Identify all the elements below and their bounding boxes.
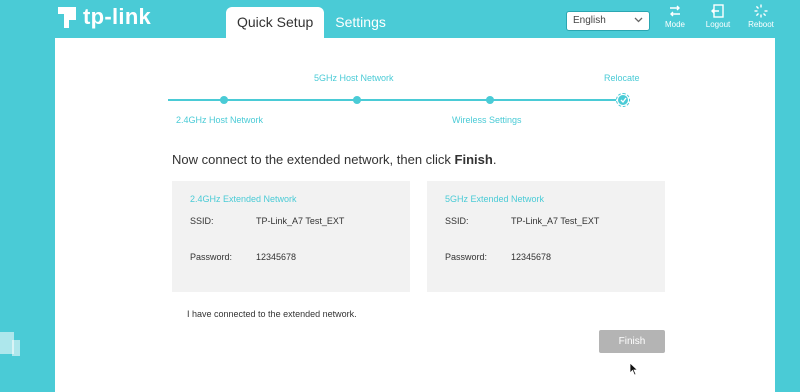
mouse-cursor-icon <box>629 362 639 376</box>
brand-name: tp-link <box>83 4 152 29</box>
instruction-bold: Finish <box>454 152 493 167</box>
step-dot-2 <box>353 96 361 104</box>
reboot-button[interactable]: Reboot <box>741 4 781 29</box>
password-value: 12345678 <box>511 252 552 262</box>
logout-icon <box>711 4 724 18</box>
check-icon <box>620 97 627 103</box>
instruction-end: . <box>492 152 497 167</box>
network-title: 5GHz Extended Network <box>445 194 545 204</box>
reboot-icon <box>754 4 768 18</box>
step-dot-3 <box>486 96 494 104</box>
tab-settings[interactable]: Settings <box>324 7 397 37</box>
ssid-label: SSID: <box>190 216 214 226</box>
confirm-connected-text: I have connected to the extended network… <box>187 309 357 319</box>
step-label-2: 5GHz Host Network <box>314 73 394 83</box>
step-label-3: Wireless Settings <box>452 115 522 125</box>
logout-label: Logout <box>705 20 731 29</box>
ssid-value: TP-Link_A7 Test_EXT <box>256 216 345 226</box>
network-title: 2.4GHz Extended Network <box>190 194 297 204</box>
password-value: 12345678 <box>256 252 297 262</box>
language-select[interactable]: English <box>566 11 650 31</box>
background-decoration <box>12 340 20 356</box>
network-card-5ghz: 5GHz Extended Network SSID: TP-Link_A7 T… <box>427 181 665 292</box>
main-tabs: Quick Setup Settings <box>226 7 397 38</box>
tab-quick-setup[interactable]: Quick Setup <box>226 7 325 38</box>
reboot-label: Reboot <box>748 20 774 29</box>
step-progress-track <box>168 99 624 101</box>
password-label: Password: <box>445 252 488 262</box>
step-current-relocate <box>616 93 630 107</box>
mode-label: Mode <box>664 20 685 29</box>
tp-link-logo-icon <box>58 7 76 28</box>
password-label: Password: <box>190 252 233 262</box>
mode-icon <box>670 5 680 17</box>
step-label-1: 2.4GHz Host Network <box>176 115 264 125</box>
logout-button[interactable]: Logout <box>698 4 738 29</box>
language-selected: English <box>573 15 606 26</box>
chevron-down-icon <box>634 17 643 23</box>
ssid-value: TP-Link_A7 Test_EXT <box>511 216 600 226</box>
instruction-main: Now connect to the extended network, the… <box>172 152 455 167</box>
mode-button[interactable]: Mode <box>655 4 695 29</box>
step-label-4: Relocate <box>604 73 640 83</box>
main-panel <box>55 38 775 392</box>
network-card-24ghz: 2.4GHz Extended Network SSID: TP-Link_A7… <box>172 181 410 292</box>
ssid-label: SSID: <box>445 216 469 226</box>
instruction-text: Now connect to the extended network, the… <box>172 152 496 167</box>
step-dot-1 <box>220 96 228 104</box>
tp-link-logo: tp-link <box>55 4 151 30</box>
finish-button[interactable]: Finish <box>599 330 665 353</box>
